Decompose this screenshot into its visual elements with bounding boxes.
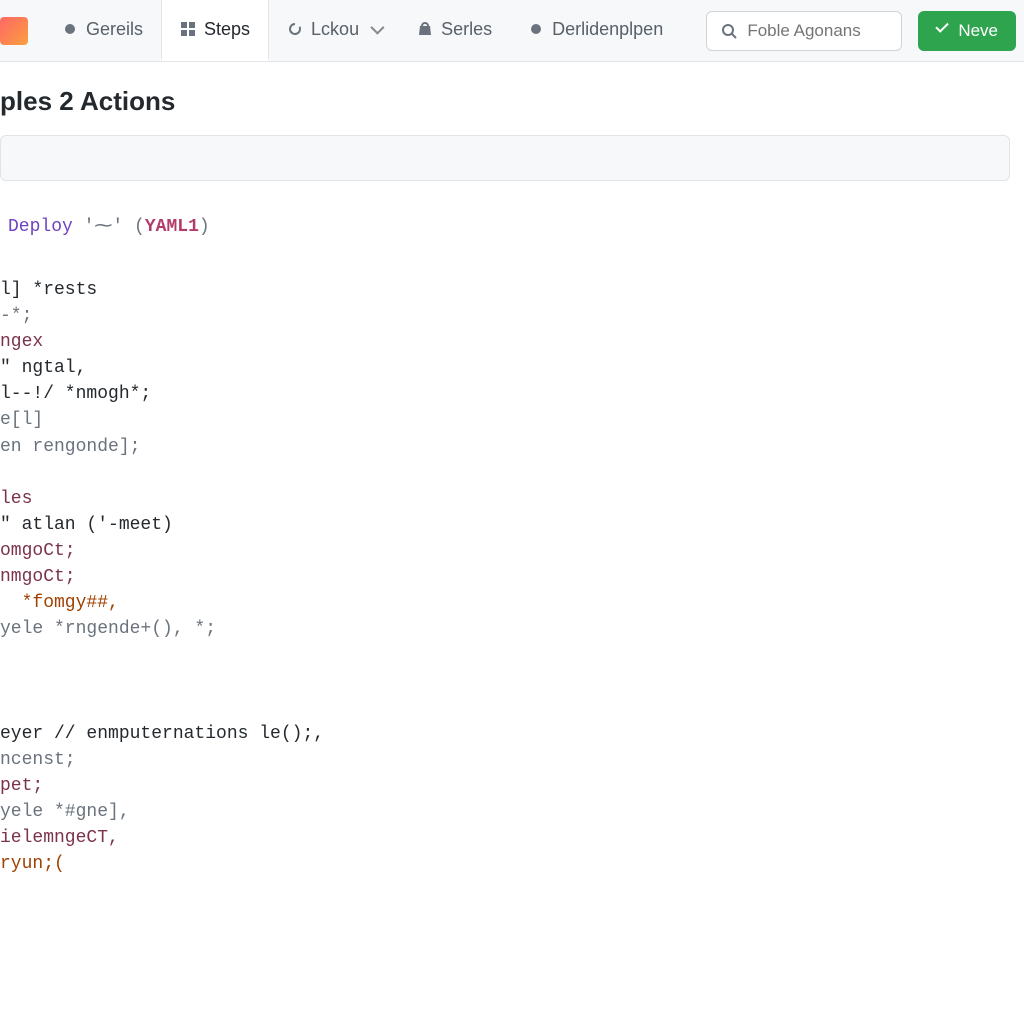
loop-icon <box>287 21 303 37</box>
check-icon <box>936 24 950 38</box>
code-line: eyer // enmputernations le();, <box>0 724 324 744</box>
code-line: nmgoCt; <box>0 567 76 587</box>
deploy-heading: Deploy '⁓' (YAML1) <box>0 209 1024 237</box>
nav-item-derlidenplpen[interactable]: Derlidenplpen <box>510 0 681 61</box>
nav-item-gereils[interactable]: Gereils <box>44 0 161 61</box>
grid-icon <box>180 21 196 37</box>
code-line: ncenst; <box>0 750 76 770</box>
deploy-mid: '⁓' <box>84 217 124 237</box>
nav-item-serles[interactable]: Serles <box>399 0 510 61</box>
code-line: pet; <box>0 776 43 796</box>
page-title: ples 2 Actions <box>0 86 1024 135</box>
nav-label: Derlidenplpen <box>552 19 663 40</box>
nav-label: Serles <box>441 19 492 40</box>
code-line: les <box>0 489 32 509</box>
chevron-down-icon <box>370 21 384 35</box>
code-line: *fomgy##, <box>0 593 119 613</box>
code-block[interactable]: l] *rests -*; ngex " ngtal, l--!/ *nmogh… <box>0 237 1024 877</box>
new-button-label: Neve <box>958 21 998 41</box>
search-box[interactable] <box>706 11 902 51</box>
nav-label: Lckou <box>311 19 359 40</box>
page-body: ples 2 Actions Deploy '⁓' (YAML1) l] *re… <box>0 62 1024 877</box>
nav-item-lckou[interactable]: Lckou <box>269 0 399 61</box>
code-line: omgoCt; <box>0 541 76 561</box>
code-line: " atlan ('-meet) <box>0 515 173 535</box>
subheader-toolbar <box>0 135 1010 181</box>
code-line: l] *rests <box>0 280 97 300</box>
nav-label: Steps <box>204 19 250 40</box>
search-input[interactable] <box>747 21 887 41</box>
code-line: yele *#gne], <box>0 802 130 822</box>
code-line: ryun;( <box>0 854 65 874</box>
code-line: yele *rngende+(), *; <box>0 619 216 639</box>
code-line: l--!/ *nmogh*; <box>0 384 151 404</box>
dot-icon <box>528 21 544 37</box>
code-line: " ngtal, <box>0 358 86 378</box>
nav-item-steps[interactable]: Steps <box>161 0 269 61</box>
code-line: en rengonde]; <box>0 437 140 457</box>
code-line: e[l] <box>0 410 43 430</box>
topbar: Gereils Steps Lckou Serles Derlidenpl <box>0 0 1024 62</box>
bag-icon <box>417 21 433 37</box>
dot-icon <box>62 21 78 37</box>
nav-label: Gereils <box>86 19 143 40</box>
deploy-tag: YAML1 <box>145 217 199 237</box>
new-button[interactable]: Neve <box>918 11 1016 51</box>
search-icon <box>721 23 737 39</box>
code-line: ielemngeCT, <box>0 828 119 848</box>
code-line: ngex <box>0 332 43 352</box>
deploy-keyword: Deploy <box>8 217 73 237</box>
code-line: -*; <box>0 306 32 326</box>
main-nav: Gereils Steps Lckou Serles Derlidenpl <box>44 0 681 61</box>
app-logo[interactable] <box>0 17 28 45</box>
